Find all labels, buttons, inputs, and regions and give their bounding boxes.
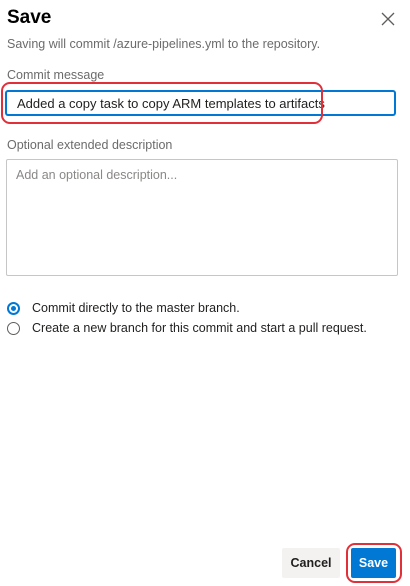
commit-message-input[interactable] [6, 91, 395, 115]
close-button[interactable] [376, 7, 400, 31]
radio-commit-direct[interactable]: Commit directly to the master branch. [7, 301, 240, 315]
close-icon [381, 12, 395, 26]
radio-new-branch[interactable]: Create a new branch for this commit and … [7, 321, 367, 335]
cancel-button[interactable]: Cancel [282, 548, 340, 578]
commit-message-label: Commit message [7, 68, 105, 82]
radio-commit-direct-label: Commit directly to the master branch. [32, 301, 240, 315]
radio-checked-icon [7, 301, 20, 315]
radio-new-branch-label: Create a new branch for this commit and … [32, 321, 367, 335]
description-textarea[interactable] [6, 159, 398, 276]
radio-unchecked-icon [7, 321, 20, 335]
description-label: Optional extended description [7, 138, 173, 152]
dialog-title: Save [7, 7, 52, 28]
dialog-subtitle: Saving will commit /azure-pipelines.yml … [7, 37, 321, 51]
save-button[interactable]: Save [351, 548, 396, 578]
